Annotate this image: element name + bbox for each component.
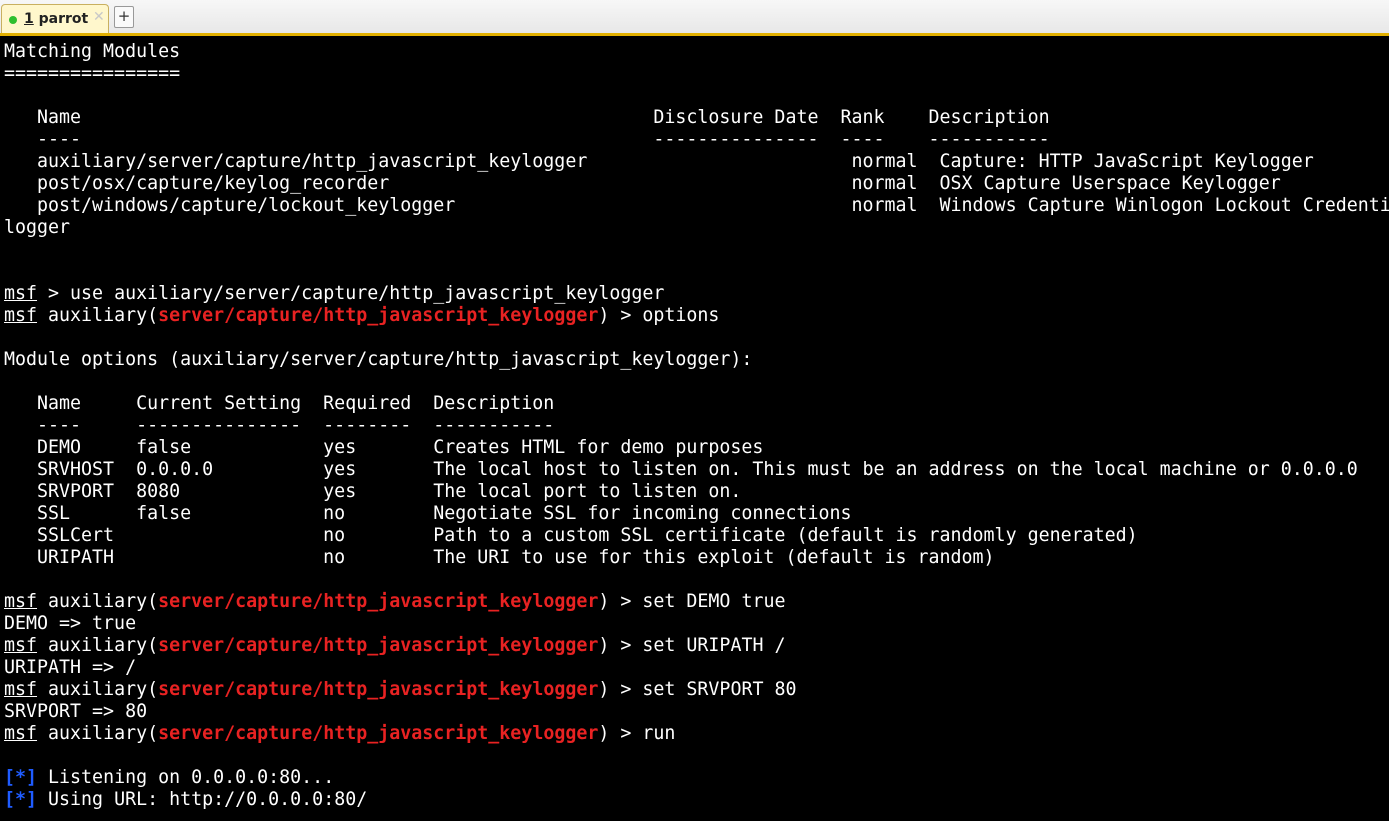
module-suffix: ) > xyxy=(598,591,643,612)
status-marker: [*] xyxy=(4,767,38,788)
close-icon[interactable]: ✕ xyxy=(93,9,105,25)
status-marker: [*] xyxy=(4,789,38,810)
tab-label: 1 parrot xyxy=(24,11,88,27)
prompt-line-set-srvport: msf auxiliary(server/capture/http_javasc… xyxy=(4,679,1389,701)
command-text: set URIPATH / xyxy=(642,635,786,656)
options-table-row: DEMO false yes Creates HTML for demo pur… xyxy=(4,437,764,458)
search-heading-underline: ================ xyxy=(4,63,181,84)
status-line-listening: [*] Listening on 0.0.0.0:80... xyxy=(4,767,1389,789)
msf-prompt-label: msf xyxy=(4,723,38,744)
options-table-row: SRVHOST 0.0.0.0 yes The local host to li… xyxy=(4,459,1358,480)
command-text: > use auxiliary/server/capture/http_java… xyxy=(37,283,665,304)
command-text: run xyxy=(642,723,676,744)
module-suffix: ) > xyxy=(598,679,643,700)
status-line-url: [*] Using URL: http://0.0.0.0:80/ xyxy=(4,789,1389,811)
module-suffix: ) > xyxy=(598,635,643,656)
tab-bar: 1 parrot ✕ + xyxy=(0,0,1389,36)
search-table-header: Name Disclosure Date Rank Description xyxy=(4,107,1050,128)
prompt-line-set-uripath: msf auxiliary(server/capture/http_javasc… xyxy=(4,635,1389,657)
search-table-divider: ---- --------------- ---- ----------- xyxy=(4,129,1050,150)
module-prefix: auxiliary( xyxy=(37,305,159,326)
command-text: set SRVPORT 80 xyxy=(642,679,797,700)
command-output: SRVPORT => 80 xyxy=(4,701,148,722)
command-output: DEMO => true xyxy=(4,613,137,634)
status-text: Listening on 0.0.0.0:80... xyxy=(37,767,335,788)
msf-prompt-label: msf xyxy=(4,283,38,304)
tab-number: 1 xyxy=(24,11,34,27)
options-table-header: Name Current Setting Required Descriptio… xyxy=(4,393,555,414)
module-path: server/capture/http_javascript_keylogger xyxy=(158,591,599,612)
options-table-row: SSL false no Negotiate SSL for incoming … xyxy=(4,503,852,524)
module-prefix: auxiliary( xyxy=(37,723,159,744)
search-table-row: post/windows/capture/lockout_keylogger n… xyxy=(4,195,1389,216)
options-table-row: URIPATH no The URI to use for this explo… xyxy=(4,547,995,568)
options-title: Module options (auxiliary/server/capture… xyxy=(4,349,753,370)
module-prefix: auxiliary( xyxy=(37,635,159,656)
command-text: options xyxy=(642,305,720,326)
module-suffix: ) > xyxy=(598,305,643,326)
prompt-line-run: msf auxiliary(server/capture/http_javasc… xyxy=(4,723,1389,745)
options-table-row: SRVPORT 8080 yes The local port to liste… xyxy=(4,481,742,502)
tab-parrot[interactable]: 1 parrot ✕ xyxy=(1,4,109,33)
options-table-divider: ---- --------------- -------- ----------… xyxy=(4,415,555,436)
search-table-row: post/osx/capture/keylog_recorder normal … xyxy=(4,173,1281,194)
tab-name: parrot xyxy=(38,11,89,27)
search-heading: Matching Modules xyxy=(4,41,181,62)
msf-prompt-label: msf xyxy=(4,591,38,612)
module-path: server/capture/http_javascript_keylogger xyxy=(158,305,599,326)
status-text: Using URL: http://0.0.0.0:80/ xyxy=(37,789,368,810)
terminal-output[interactable]: Matching Modules ================ Name D… xyxy=(4,41,1389,821)
new-tab-button[interactable]: + xyxy=(114,6,134,28)
module-prefix: auxiliary( xyxy=(37,679,159,700)
module-suffix: ) > xyxy=(598,723,643,744)
options-table-row: SSLCert no Path to a custom SSL certific… xyxy=(4,525,1138,546)
module-path: server/capture/http_javascript_keylogger xyxy=(158,679,599,700)
search-table-row: auxiliary/server/capture/http_javascript… xyxy=(4,151,1314,172)
status-dot-icon xyxy=(9,16,17,24)
prompt-line-set-demo: msf auxiliary(server/capture/http_javasc… xyxy=(4,591,1389,613)
msf-prompt-label: msf xyxy=(4,679,38,700)
search-table-row-wrap: logger xyxy=(4,217,71,238)
prompt-line-options: msf auxiliary(server/capture/http_javasc… xyxy=(4,305,1389,327)
command-output: URIPATH => / xyxy=(4,657,137,678)
module-path: server/capture/http_javascript_keylogger xyxy=(158,723,599,744)
module-prefix: auxiliary( xyxy=(37,591,159,612)
command-text: set DEMO true xyxy=(642,591,786,612)
prompt-line-use: msf > use auxiliary/server/capture/http_… xyxy=(4,283,1389,305)
msf-prompt-label: msf xyxy=(4,635,38,656)
module-path: server/capture/http_javascript_keylogger xyxy=(158,635,599,656)
msf-prompt-label: msf xyxy=(4,305,38,326)
